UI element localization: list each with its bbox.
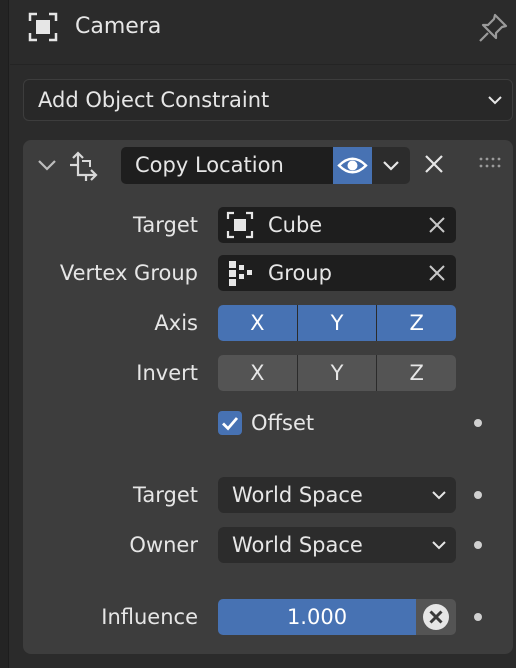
invert-x-toggle[interactable]: X [218,355,297,391]
target-space-dropdown[interactable]: World Space [218,477,456,513]
owner-space-label: Owner [129,533,198,557]
drag-handle-icon[interactable] [478,156,502,170]
vertex-group-icon [229,261,252,286]
pin-icon[interactable] [476,11,510,45]
chevron-down-icon [432,491,446,500]
eye-icon [337,157,368,174]
object-icon [226,211,254,239]
constraint-name-field[interactable]: Copy Location [121,147,333,184]
axis-z-toggle[interactable]: Z [376,305,456,341]
invert-toggle-group: X Y Z [218,355,456,391]
target-field[interactable]: Cube [218,207,456,243]
vertex-group-value: Group [268,261,332,285]
left-scroll-strip [0,0,9,668]
close-circle-icon [423,604,449,630]
chevron-down-icon [383,161,399,171]
target-space-label: Target [133,483,198,507]
vertex-group-field[interactable]: Group [218,255,456,291]
clear-target-icon[interactable] [428,216,446,234]
remove-constraint-icon[interactable] [423,153,445,175]
target-space-keyframe-dot[interactable] [474,491,482,499]
axis-label: Axis [154,311,198,335]
move-arrows-icon [70,151,98,181]
offset-label: Offset [251,411,315,435]
chevron-down-icon [432,541,446,550]
constraint-menu-button[interactable] [372,147,410,184]
checkmark-icon [222,417,239,431]
visibility-toggle[interactable] [333,147,372,184]
disable-keep-transform-button[interactable] [416,599,456,635]
clear-vertex-group-icon[interactable] [428,264,446,282]
invert-y-toggle[interactable]: Y [296,355,377,391]
camera-object-icon [28,12,58,42]
invert-z-toggle[interactable]: Z [376,355,456,391]
axis-y-toggle[interactable]: Y [296,305,377,341]
vertex-group-label: Vertex Group [59,261,198,285]
target-label: Target [133,213,198,237]
chevron-down-icon [488,96,502,105]
collapse-chevron-icon[interactable] [36,155,58,175]
offset-checkbox[interactable] [218,411,242,435]
influence-keyframe-dot[interactable] [474,613,482,621]
axis-toggle-group: X Y Z [218,305,456,341]
header-divider [10,64,516,65]
owner-space-dropdown[interactable]: World Space [218,527,456,563]
add-constraint-dropdown[interactable]: Add Object Constraint [23,79,513,121]
influence-slider[interactable]: 1.000 [218,599,416,635]
target-value: Cube [268,213,323,237]
influence-label: Influence [101,605,198,629]
add-constraint-label: Add Object Constraint [38,88,270,112]
offset-keyframe-dot[interactable] [474,419,482,427]
owner-space-value: World Space [232,533,363,557]
axis-x-toggle[interactable]: X [218,305,297,341]
owner-space-keyframe-dot[interactable] [474,541,482,549]
object-title: Camera [75,14,162,39]
invert-label: Invert [136,361,198,385]
target-space-value: World Space [232,483,363,507]
